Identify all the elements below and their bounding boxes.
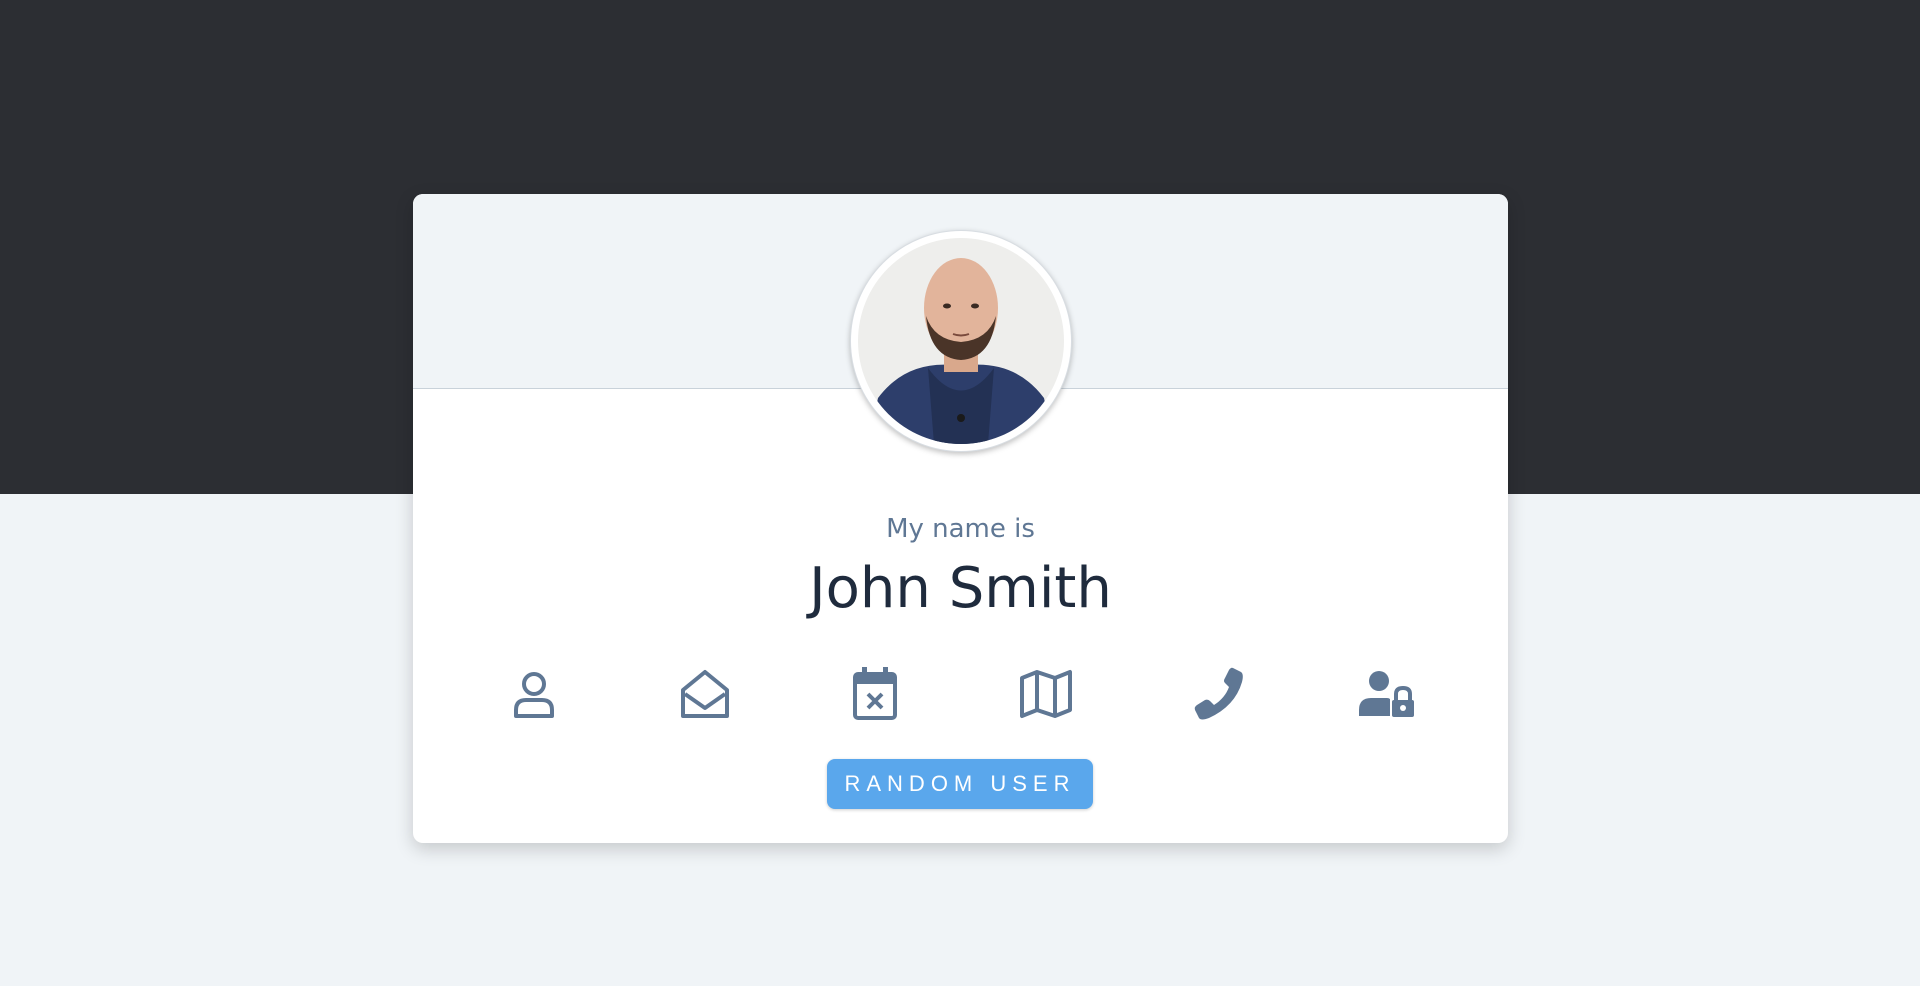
- avatar: [850, 230, 1072, 452]
- phone-icon[interactable]: [1187, 664, 1247, 724]
- user-name: John Smith: [809, 556, 1112, 621]
- user-card: My name is John Smith RANDOM USER: [413, 194, 1508, 843]
- person-outline-icon[interactable]: [504, 664, 564, 724]
- random-user-button[interactable]: RANDOM USER: [827, 759, 1093, 809]
- calendar-x-icon[interactable]: [845, 664, 905, 724]
- name-label: My name is: [886, 514, 1035, 544]
- user-lock-icon[interactable]: [1357, 664, 1417, 724]
- info-icon-row: [413, 664, 1508, 724]
- map-icon[interactable]: [1016, 664, 1076, 724]
- page: My name is John Smith RANDOM USER: [0, 0, 1920, 986]
- envelope-open-icon[interactable]: [675, 664, 735, 724]
- avatar-photo: [858, 238, 1064, 444]
